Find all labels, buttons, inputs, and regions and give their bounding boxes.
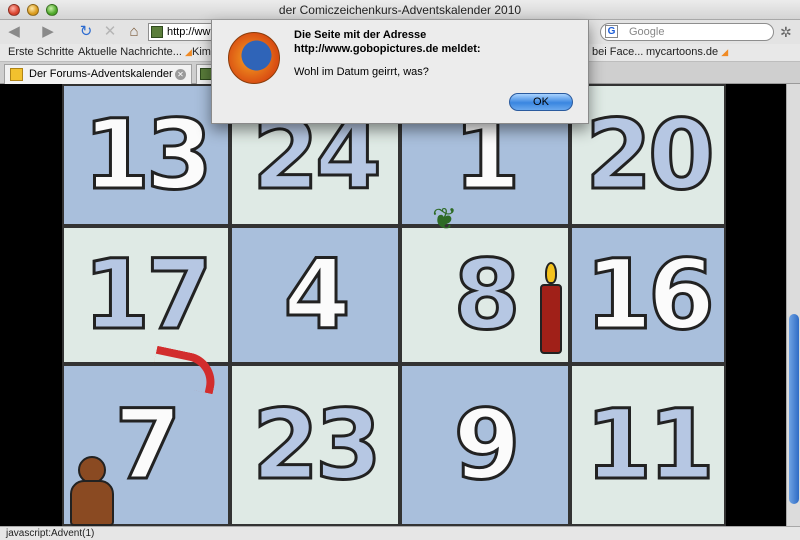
- status-bar: javascript:Advent(1): [0, 526, 800, 540]
- calendar-door[interactable]: 20: [570, 84, 726, 226]
- ok-button[interactable]: OK: [509, 93, 573, 111]
- calendar-door[interactable]: 13: [62, 84, 230, 226]
- rss-feed-icon: ◢: [721, 47, 729, 57]
- bookmark-kim[interactable]: Kim: [192, 46, 211, 58]
- door-number: 4: [282, 239, 352, 351]
- home-icon[interactable]: ⌂: [124, 22, 144, 42]
- calendar-door[interactable]: 4: [230, 226, 400, 364]
- holly-decoration-icon: ❦: [432, 203, 458, 236]
- tab-close-icon[interactable]: ✕: [175, 69, 186, 80]
- gingerbread-man-decoration-icon: [64, 456, 120, 526]
- calendar-door[interactable]: 11: [570, 364, 726, 526]
- tab-label: Der Forums-Adventskalender ...: [29, 68, 185, 80]
- tab-favicon-icon: [10, 68, 23, 81]
- door-number: 13: [82, 99, 215, 211]
- door-number: 11: [584, 389, 717, 501]
- firefox-logo-icon: [228, 32, 280, 84]
- bookmark-aktuelle-nachrichten-label: Aktuelle Nachrichte...: [78, 46, 182, 58]
- bookmark-mycartoons-label: mycartoons.de: [646, 46, 719, 58]
- calendar-door[interactable]: 23: [230, 364, 400, 526]
- door-number: 7: [113, 389, 183, 501]
- dialog-title: Die Seite mit der Adresse http://www.gob…: [294, 28, 574, 56]
- calendar-door[interactable]: 17: [62, 226, 230, 364]
- door-number: 9: [452, 389, 522, 501]
- candle-flame-icon: [545, 262, 557, 284]
- candle-decoration-icon: [540, 284, 562, 354]
- scrollbar-thumb[interactable]: [789, 314, 799, 504]
- rss-feed-icon: ◢: [185, 47, 192, 57]
- back-arrow-icon[interactable]: ◀: [4, 22, 24, 42]
- bookmark-mycartoons[interactable]: mycartoons.de ◢: [646, 46, 728, 58]
- dialog-title-line1: Die Seite mit der Adresse: [294, 29, 427, 41]
- page-content: 13 24 1 20 17 4 8 16 7 23 9 11 ❦: [0, 84, 800, 526]
- vertical-scrollbar[interactable]: [786, 84, 800, 526]
- forward-arrow-icon[interactable]: ▶: [38, 22, 58, 42]
- site-favicon-icon: [151, 26, 163, 38]
- dialog-title-line2: http://www.gobopictures.de meldet:: [294, 43, 481, 55]
- tab-forums-adventskalender[interactable]: Der Forums-Adventskalender ... ✕: [4, 64, 192, 84]
- door-number: 17: [82, 239, 215, 351]
- url-text: http://ww: [167, 26, 211, 38]
- door-number: 20: [584, 99, 717, 211]
- door-number: 8: [452, 239, 522, 351]
- dialog-message: Wohl im Datum geirrt, was?: [294, 66, 429, 78]
- status-text: javascript:Advent(1): [6, 528, 95, 539]
- bookmark-facebook[interactable]: bei Face...: [592, 46, 643, 58]
- spinner-gear-icon: ✲: [780, 24, 792, 40]
- alert-dialog: Die Seite mit der Adresse http://www.gob…: [211, 20, 589, 124]
- door-number: 16: [584, 239, 717, 351]
- bookmark-aktuelle-nachrichten[interactable]: Aktuelle Nachrichte... ◢: [78, 46, 192, 58]
- bookmark-erste-schritte[interactable]: Erste Schritte: [8, 46, 74, 58]
- search-input[interactable]: G Google: [600, 23, 774, 41]
- door-number: 23: [251, 389, 384, 501]
- title-bar: der Comiczeichenkurs-Adventskalender 201…: [0, 0, 800, 20]
- gingerbread-body: [70, 480, 114, 526]
- stop-icon[interactable]: ✕: [100, 22, 120, 42]
- google-search-engine-icon[interactable]: G: [605, 25, 618, 38]
- calendar-door[interactable]: 9: [400, 364, 570, 526]
- search-placeholder: Google: [629, 26, 665, 38]
- reload-icon[interactable]: ↻: [76, 22, 96, 42]
- advent-calendar: 13 24 1 20 17 4 8 16 7 23 9 11 ❦: [62, 84, 726, 526]
- calendar-door[interactable]: 16: [570, 226, 726, 364]
- window-title: der Comiczeichenkurs-Adventskalender 201…: [278, 3, 522, 17]
